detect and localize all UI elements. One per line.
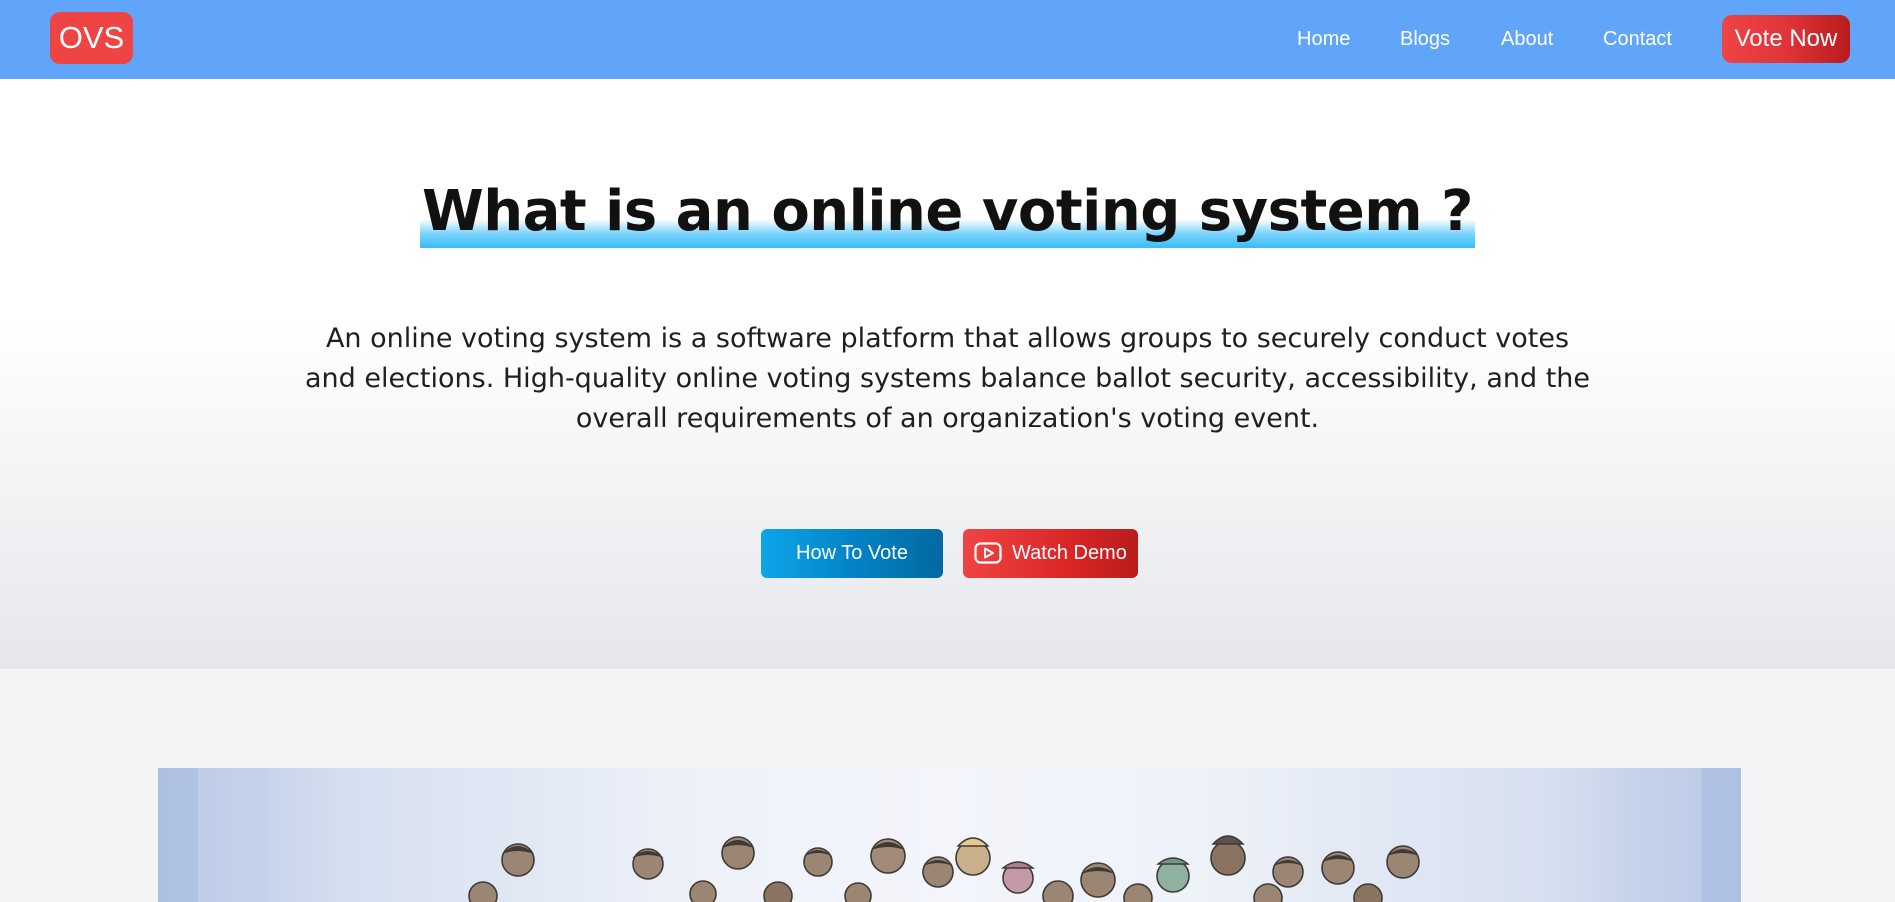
watch-demo-label: Watch Demo [1012, 542, 1127, 564]
crowd-illustration-art [158, 768, 1741, 902]
nav-link-blogs[interactable]: Blogs [1400, 0, 1450, 79]
crowd-of-voters-illustration [158, 768, 1741, 902]
hero-section: What is an online voting system ? An onl… [0, 79, 1895, 669]
hero-title-wrapper: What is an online voting system ? [0, 176, 1895, 248]
how-to-vote-button[interactable]: How To Vote [761, 529, 943, 578]
hero-title: What is an online voting system ? [419, 176, 1476, 248]
hero-description: An online voting system is a software pl… [304, 323, 1591, 434]
logo[interactable]: OVS [50, 12, 133, 64]
nav-link-contact[interactable]: Contact [1603, 0, 1672, 79]
watch-demo-button[interactable]: Watch Demo [963, 529, 1138, 578]
nav-link-about[interactable]: About [1501, 0, 1553, 79]
vote-now-button[interactable]: Vote Now [1722, 15, 1850, 63]
nav-link-home[interactable]: Home [1297, 0, 1350, 79]
youtube-play-icon [974, 542, 1002, 564]
navbar: OVS Home Blogs About Contact Vote Now [0, 0, 1895, 79]
